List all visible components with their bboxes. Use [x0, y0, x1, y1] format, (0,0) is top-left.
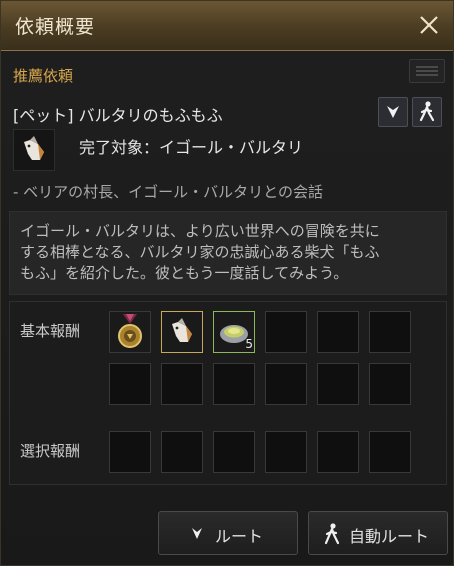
reward-slot-empty [317, 363, 359, 405]
reward-slot[interactable]: 5 [213, 311, 255, 353]
title-bar[interactable]: 依頼概要 [1, 1, 453, 51]
navigate-arrow-icon [189, 526, 205, 546]
dog-icon [172, 318, 192, 342]
choice-reward-slot-empty [369, 431, 411, 473]
navigate-button[interactable] [378, 97, 408, 127]
close-button[interactable] [415, 11, 443, 39]
auto-route-button[interactable]: 自動ルート [308, 511, 448, 555]
item-quantity: 5 [245, 337, 253, 351]
route-button[interactable]: ルート [158, 511, 298, 555]
completion-target: 完了対象：イゴール・バルタリ [79, 138, 304, 157]
quest-title: [ペット] バルタリのもふもふ [13, 106, 223, 125]
medal-icon [118, 314, 142, 348]
reward-slot-empty [161, 363, 203, 405]
walking-person-icon [419, 101, 435, 122]
description-line: もふ」を紹介した。彼ともう一度話してみよう。 [20, 264, 349, 282]
reward-slot-empty [369, 311, 411, 353]
reward-slot[interactable] [161, 311, 203, 353]
quest-description: イゴール・バルタリは、より広い世界への冒険を共に する相棒となる、バルタリ家の忠… [9, 211, 447, 295]
reward-slot-empty [265, 363, 307, 405]
navigate-arrow-icon [387, 106, 399, 118]
recommended-quest-label: 推薦依頼 [13, 67, 74, 85]
choice-reward-slot-empty [109, 431, 151, 473]
window-title: 依頼概要 [15, 16, 96, 38]
reward-slot[interactable] [109, 311, 151, 353]
choice-reward-slot-empty [317, 431, 359, 473]
choice-reward-slot-empty [265, 431, 307, 473]
reward-slot-empty [369, 363, 411, 405]
choice-rewards-label: 選択報酬 [20, 442, 81, 460]
walking-person-icon [321, 522, 343, 550]
route-button-label: ルート [215, 527, 264, 546]
auto-path-button[interactable] [412, 97, 442, 127]
reward-slot-empty [213, 363, 255, 405]
panel-toggle-icon[interactable] [409, 59, 445, 83]
description-line: する相棒となる、バルタリ家の忠誠心ある柴犬「もふ [20, 243, 380, 261]
objective-line: - ベリアの村長、イゴール・バルタリとの会話 [13, 183, 324, 201]
reward-slot-empty [109, 363, 151, 405]
target-portrait [13, 129, 55, 171]
choice-reward-slot-empty [213, 431, 255, 473]
basic-rewards-label: 基本報酬 [20, 322, 81, 340]
choice-reward-slot-empty [161, 431, 203, 473]
description-line: イゴール・バルタリは、より広い世界への冒険を共に [20, 222, 380, 240]
close-icon [420, 16, 438, 34]
reward-slot-empty [317, 311, 359, 353]
rewards-panel: 基本報酬 選択報酬 5 [9, 301, 447, 485]
dog-icon [24, 136, 44, 160]
reward-slot-empty [265, 311, 307, 353]
auto-route-button-label: 自動ルート [349, 527, 430, 546]
quest-summary-window: 依頼概要 推薦依頼 [ペット] バルタリのもふもふ 完了対象：イゴール・バルタリ… [0, 0, 454, 566]
